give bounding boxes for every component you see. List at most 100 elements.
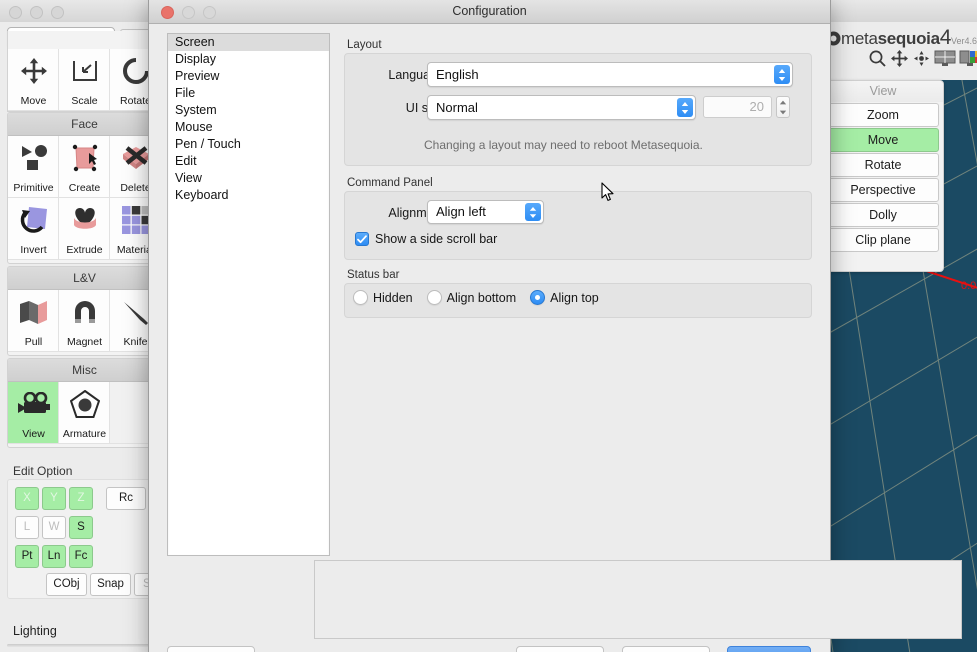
dialog-footer-button-ok[interactable] <box>727 646 811 652</box>
view-tool-panel: View Zoom Move Rotate Perspective Dolly … <box>822 80 944 272</box>
pull-icon <box>8 294 59 330</box>
lighting-title: Lighting <box>13 624 57 638</box>
main-close-button[interactable] <box>9 6 22 19</box>
sidebar-item-preview[interactable]: Preview <box>168 68 329 85</box>
edit-option-pt[interactable]: Pt <box>15 545 39 568</box>
sidebar-item-screen[interactable]: Screen <box>168 34 329 51</box>
sidebar-item-file[interactable]: File <box>168 85 329 102</box>
dialog-footer-button-3[interactable] <box>622 646 710 652</box>
lighting-divider <box>7 644 159 647</box>
edit-option-cobj[interactable]: CObj <box>46 573 87 596</box>
alignment-select[interactable]: Align left <box>427 200 544 224</box>
tool-invert[interactable]: Invert <box>8 198 59 260</box>
edit-option-row-lws: L W S <box>15 516 96 539</box>
status-bar-radio-group[interactable]: Hidden Align bottom Align top <box>353 290 613 305</box>
tool-scale[interactable]: Scale <box>59 49 110 111</box>
sidebar-item-edit[interactable]: Edit <box>168 153 329 170</box>
tool-group-misc-header: Misc <box>8 359 160 382</box>
main-minimize-button[interactable] <box>30 6 43 19</box>
checkbox-checked-icon[interactable] <box>355 232 369 246</box>
edit-option-row-axes: X Y Z Rc Rp <box>15 487 160 510</box>
chevron-up-icon[interactable] <box>779 100 787 105</box>
tool-move[interactable]: Move <box>8 49 59 111</box>
chevron-down-icon[interactable] <box>779 110 787 115</box>
layout-group-title: Layout <box>347 39 382 51</box>
radio-on-icon[interactable] <box>530 290 545 305</box>
monitor-wire-icon[interactable] <box>934 50 956 67</box>
camera-icon <box>8 386 59 422</box>
tool-pull[interactable]: Pull <box>8 290 59 352</box>
status-radio-align-bottom[interactable]: Align bottom <box>427 290 516 305</box>
view-btn-clip-plane[interactable]: Clip plane <box>827 228 939 252</box>
view-btn-dolly[interactable]: Dolly <box>827 203 939 227</box>
armature-icon <box>59 386 110 422</box>
chevron-updown-icon[interactable] <box>525 203 541 221</box>
edit-option-y[interactable]: Y <box>42 487 66 510</box>
dialog-footer-button-2[interactable] <box>516 646 604 652</box>
tool-label: View <box>8 428 59 440</box>
dialog-footer-button-1[interactable] <box>167 646 255 652</box>
tool-label: Scale <box>59 95 110 107</box>
main-maximize-button[interactable] <box>51 6 64 19</box>
sidebar-item-view[interactable]: View <box>168 170 329 187</box>
status-radio-hidden[interactable]: Hidden <box>353 290 413 305</box>
tool-group-lv: L&V Pull <box>7 266 160 356</box>
rotate-object-icon[interactable] <box>912 49 931 68</box>
tool-create[interactable]: Create <box>59 136 110 198</box>
view-btn-perspective[interactable]: Perspective <box>827 178 939 202</box>
chevron-updown-icon[interactable] <box>677 98 693 117</box>
left-command-panel: Beginner ▴▾ L=Mo Move <box>0 22 160 652</box>
view-btn-move[interactable]: Move <box>827 128 939 152</box>
configuration-dialog: Configuration Screen Display Preview Fil… <box>148 0 831 652</box>
tool-primitive[interactable]: Primitive <box>8 136 59 198</box>
sidebar-item-keyboard[interactable]: Keyboard <box>168 187 329 204</box>
sidebar-item-display[interactable]: Display <box>168 51 329 68</box>
uisize-value: Normal <box>436 96 478 119</box>
edit-option-ln[interactable]: Ln <box>42 545 66 568</box>
status-radio-align-top[interactable]: Align top <box>530 290 599 305</box>
tool-label: Primitive <box>8 182 59 194</box>
uisize-number-field[interactable]: 20 <box>703 96 772 118</box>
tool-row: Move Scale <box>8 49 160 111</box>
side-scrollbar-checkbox-row[interactable]: Show a side scroll bar <box>355 232 497 246</box>
radio-off-icon[interactable] <box>353 290 368 305</box>
tool-extrude[interactable]: Extrude <box>59 198 110 260</box>
edit-option-w[interactable]: W <box>42 516 66 539</box>
alignment-value: Align left <box>436 201 486 223</box>
edit-option-fc[interactable]: Fc <box>69 545 93 568</box>
uisize-select[interactable]: Normal <box>427 95 696 120</box>
monitor-color-icon[interactable] <box>959 50 977 67</box>
edit-option-rc[interactable]: Rc <box>106 487 146 510</box>
edit-option-l[interactable]: L <box>15 516 39 539</box>
edit-option-x[interactable]: X <box>15 487 39 510</box>
axis-label-right: 0.0 <box>961 280 976 292</box>
edit-option-row-cobj: CObj Snap Sym <box>46 573 160 596</box>
edit-option-z[interactable]: Z <box>69 487 93 510</box>
scale-icon <box>59 53 110 89</box>
edit-option-snap[interactable]: Snap <box>90 573 131 596</box>
settings-category-list[interactable]: Screen Display Preview File System Mouse… <box>167 33 330 556</box>
magnet-icon <box>59 294 110 330</box>
extrude-icon <box>59 202 110 238</box>
tool-armature[interactable]: Armature <box>59 382 110 444</box>
sidebar-item-system[interactable]: System <box>168 102 329 119</box>
brand-strip: metasequoia4 Ver4.6.8 <box>820 22 977 80</box>
radio-off-icon[interactable] <box>427 290 442 305</box>
status-bar-group-title: Status bar <box>347 269 399 281</box>
sidebar-item-pen-touch[interactable]: Pen / Touch <box>168 136 329 153</box>
view-btn-zoom[interactable]: Zoom <box>827 103 939 127</box>
view-btn-rotate[interactable]: Rotate <box>827 153 939 177</box>
chevron-updown-icon[interactable] <box>774 65 790 84</box>
tool-view[interactable]: View <box>8 382 59 444</box>
tool-magnet[interactable]: Magnet <box>59 290 110 352</box>
sidebar-item-mouse[interactable]: Mouse <box>168 119 329 136</box>
magnifier-icon[interactable] <box>868 49 887 68</box>
language-select[interactable]: English <box>427 62 793 87</box>
edit-option-row-ptlnfc: Pt Ln Fc <box>15 545 96 568</box>
tool-group-misc: Misc View <box>7 358 160 448</box>
tool-label: Pull <box>8 336 59 348</box>
edit-option-title: Edit Option <box>13 464 72 478</box>
uisize-stepper[interactable] <box>776 96 790 118</box>
move-arrows-icon[interactable] <box>890 49 909 68</box>
edit-option-s[interactable]: S <box>69 516 93 539</box>
